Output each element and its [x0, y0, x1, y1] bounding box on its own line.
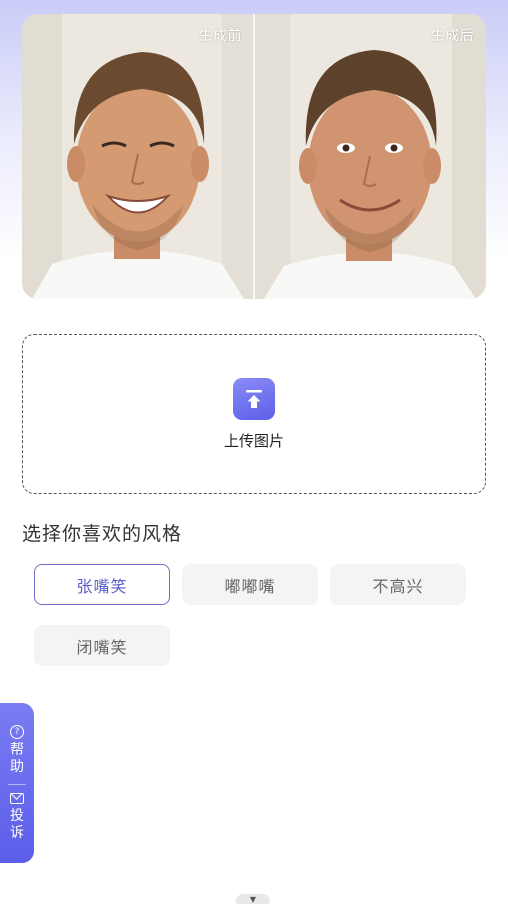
help-button[interactable]: ? 帮 助 [10, 725, 24, 776]
help-label-1: 帮 [10, 742, 24, 758]
upload-image-area[interactable]: 上传图片 [22, 334, 486, 494]
after-label: 生成后 [430, 28, 474, 44]
compare-divider[interactable] [253, 14, 255, 299]
side-divider [8, 784, 26, 785]
help-label-2: 助 [10, 759, 24, 775]
complaint-label-1: 投 [10, 808, 24, 824]
after-image: 生成后 [254, 14, 486, 299]
upload-label: 上传图片 [223, 431, 284, 450]
before-image: 生成前 [22, 14, 254, 299]
before-label: 生成前 [198, 28, 242, 44]
question-circle-icon: ? [10, 725, 24, 739]
complaint-button[interactable]: 投 诉 [10, 793, 24, 842]
before-after-preview: 生成前 生成后 [22, 14, 486, 299]
style-option-open-smile[interactable]: 张嘴笑 [34, 564, 170, 605]
mail-icon [10, 793, 24, 804]
upload-arrow-icon [233, 377, 275, 420]
side-floating-tab: ? 帮 助 投 诉 [0, 703, 34, 863]
complaint-label-2: 诉 [10, 825, 24, 841]
scroll-down-icon[interactable]: ▼ [236, 894, 270, 904]
style-option-closed-smile[interactable]: 闭嘴笑 [34, 625, 170, 666]
section-title: 选择你喜欢的风格 [22, 523, 183, 545]
style-option-unhappy[interactable]: 不高兴 [330, 564, 466, 605]
style-option-pout[interactable]: 嘟嘟嘴 [182, 564, 318, 605]
